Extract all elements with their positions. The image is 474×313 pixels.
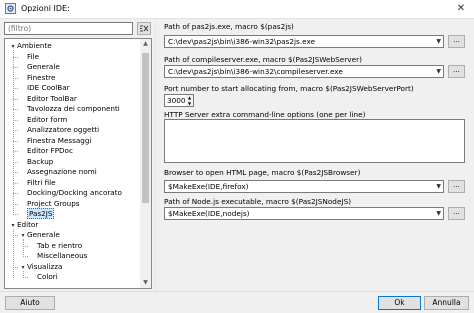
tree-item[interactable]: Miscellaneous <box>29 251 87 262</box>
tree-item[interactable]: Analizzatore oggetti <box>19 125 99 136</box>
compileserver-browse-button[interactable]: ... <box>448 65 465 78</box>
chevron-down-icon[interactable]: ▼ <box>436 36 441 47</box>
nodejs-value: $MakeExe(IDE,nodejs) <box>168 209 250 218</box>
tree-item-label: Docking/Docking ancorato <box>27 188 122 197</box>
tree-item-label: Editor ToolBar <box>27 93 77 103</box>
tree-item[interactable]: File <box>19 52 39 63</box>
pas2js-browse-button[interactable]: ... <box>448 35 465 48</box>
tree-item[interactable]: ▾ Ambiente <box>9 41 52 52</box>
tree-item[interactable]: Docking/Docking ancorato <box>19 188 122 199</box>
tree-item[interactable]: Finestre <box>19 73 55 84</box>
ok-button[interactable]: Ok <box>378 296 421 310</box>
tree-item-label: Generale <box>27 230 60 239</box>
panel-splitter[interactable] <box>155 20 156 292</box>
cancel-button[interactable]: Annulla <box>424 296 469 310</box>
tree-item-label: Project Groups <box>27 198 80 208</box>
tree-item[interactable]: Pas2JS <box>19 208 55 220</box>
scroll-down-icon[interactable]: ▼ <box>140 278 151 288</box>
tree-item-label: Finestra Messaggi <box>27 135 92 145</box>
title-bar: Opzioni IDE: ✕ <box>0 0 474 19</box>
pas2js-path-label: Path of pas2js.exe, macro $(pas2js) <box>164 22 294 31</box>
tree-item-label: Ambiente <box>17 41 52 50</box>
port-spin-edit[interactable]: 3000 ▲ ▼ <box>164 94 194 107</box>
clear-filter-icon <box>140 25 149 32</box>
browser-label: Browser to open HTML page, macro $(Pas2J… <box>164 168 361 177</box>
scroll-thumb[interactable] <box>142 53 149 203</box>
tree-item-label: Analizzatore oggetti <box>27 125 100 134</box>
tree-item-label: Tavolozza dei componenti <box>27 104 120 113</box>
tree-item[interactable]: ▾ Visualizza <box>19 262 62 273</box>
tree-item[interactable]: Backup <box>19 157 53 168</box>
pas2js-path-value: C:\dev\pas2js\bin\i386-win32\pas2js.exe <box>168 37 316 46</box>
nodejs-label: Path of Node.js executable, macro $(Pas2… <box>164 197 352 206</box>
tree-connector <box>23 270 24 278</box>
tree-connector <box>13 50 14 215</box>
tree-item-label: Miscellaneous <box>37 251 88 260</box>
options-tree[interactable]: ▾ Ambiente File Generale Finestre IDE CoolBar… <box>4 38 152 289</box>
browser-combo[interactable]: $MakeExe(IDE,firefox) ▼ <box>164 180 444 193</box>
scroll-up-icon[interactable]: ▲ <box>140 39 151 49</box>
tree-item-label: Pas2JS <box>27 208 55 219</box>
tree-item-label: File <box>27 51 40 61</box>
tree-item[interactable]: Filtri file <box>19 178 56 189</box>
tree-item[interactable]: Assegnazione nomi <box>19 167 97 178</box>
tree-item[interactable]: Tab e rientro <box>29 241 82 252</box>
http-options-label: HTTP Server extra command-line options (… <box>164 110 366 119</box>
tree-item-label: Backup <box>27 156 54 166</box>
tree-item[interactable]: Editor ToolBar <box>19 94 77 105</box>
tree-connector <box>23 239 24 257</box>
compileserver-path-combo[interactable]: C:\dev\pas2js\bin\i386-win32\compileserv… <box>164 65 444 78</box>
http-options-memo[interactable] <box>164 119 465 163</box>
pas2js-path-combo[interactable]: C:\dev\pas2js\bin\i386-win32\pas2js.exe … <box>164 35 444 48</box>
tree-item-label: Colori <box>37 272 58 281</box>
tree-item-label: Editor <box>17 219 39 229</box>
port-value: 3000 <box>167 96 186 105</box>
settings-app-icon <box>5 3 16 14</box>
nodejs-combo[interactable]: $MakeExe(IDE,nodejs) ▼ <box>164 207 444 220</box>
chevron-down-icon[interactable]: ▼ <box>436 208 441 219</box>
tree-item[interactable]: Finestra Messaggi <box>19 136 91 147</box>
tree-item-label: Tab e rientro <box>37 240 83 250</box>
spin-down-icon[interactable]: ▼ <box>186 100 193 106</box>
tree-connector <box>13 228 14 278</box>
tree-item-label: Finestre <box>27 72 56 82</box>
tree-item[interactable]: Editor form <box>19 115 67 126</box>
tree-item-label: IDE CoolBar <box>27 83 70 92</box>
chevron-down-icon[interactable]: ▼ <box>436 66 441 77</box>
tree-item[interactable]: Colori <box>29 272 58 283</box>
tree-item-label: Editor FPDoc <box>27 146 73 155</box>
tree-item[interactable]: Editor FPDoc <box>19 146 73 157</box>
tree-item-label: Visualizza <box>27 261 63 271</box>
tree-item-label: Editor form <box>27 114 68 124</box>
tree-item-label: Filtri file <box>27 177 56 187</box>
tree-item[interactable]: Generale <box>19 62 60 73</box>
tree-item[interactable]: ▾ Generale <box>19 230 60 241</box>
port-label: Port number to start allocating from, ma… <box>164 84 414 93</box>
compileserver-path-value: C:\dev\pas2js\bin\i386-win32\compileserv… <box>168 67 343 76</box>
compileserver-path-label: Path of compileserver.exe, macro $(Pas2J… <box>164 55 362 64</box>
tree-item-label: Assegnazione nomi <box>27 167 97 176</box>
browser-browse-button[interactable]: ... <box>448 180 465 193</box>
button-panel-divider <box>0 291 474 292</box>
tree-item-label: Generale <box>27 62 60 71</box>
tree-item[interactable]: IDE CoolBar <box>19 83 70 94</box>
nodejs-browse-button[interactable]: ... <box>448 207 465 220</box>
chevron-down-icon[interactable]: ▼ <box>436 181 441 192</box>
tree-scrollbar[interactable]: ▲ ▼ <box>140 39 151 288</box>
tree-item[interactable]: Tavolozza dei componenti <box>19 104 120 115</box>
help-button[interactable]: Aiuto <box>5 296 55 310</box>
filter-input[interactable] <box>4 22 133 35</box>
close-button[interactable]: ✕ <box>448 0 474 18</box>
window-title: Opzioni IDE: <box>21 4 70 13</box>
clear-filter-button[interactable] <box>137 22 151 35</box>
browser-value: $MakeExe(IDE,firefox) <box>168 182 249 191</box>
